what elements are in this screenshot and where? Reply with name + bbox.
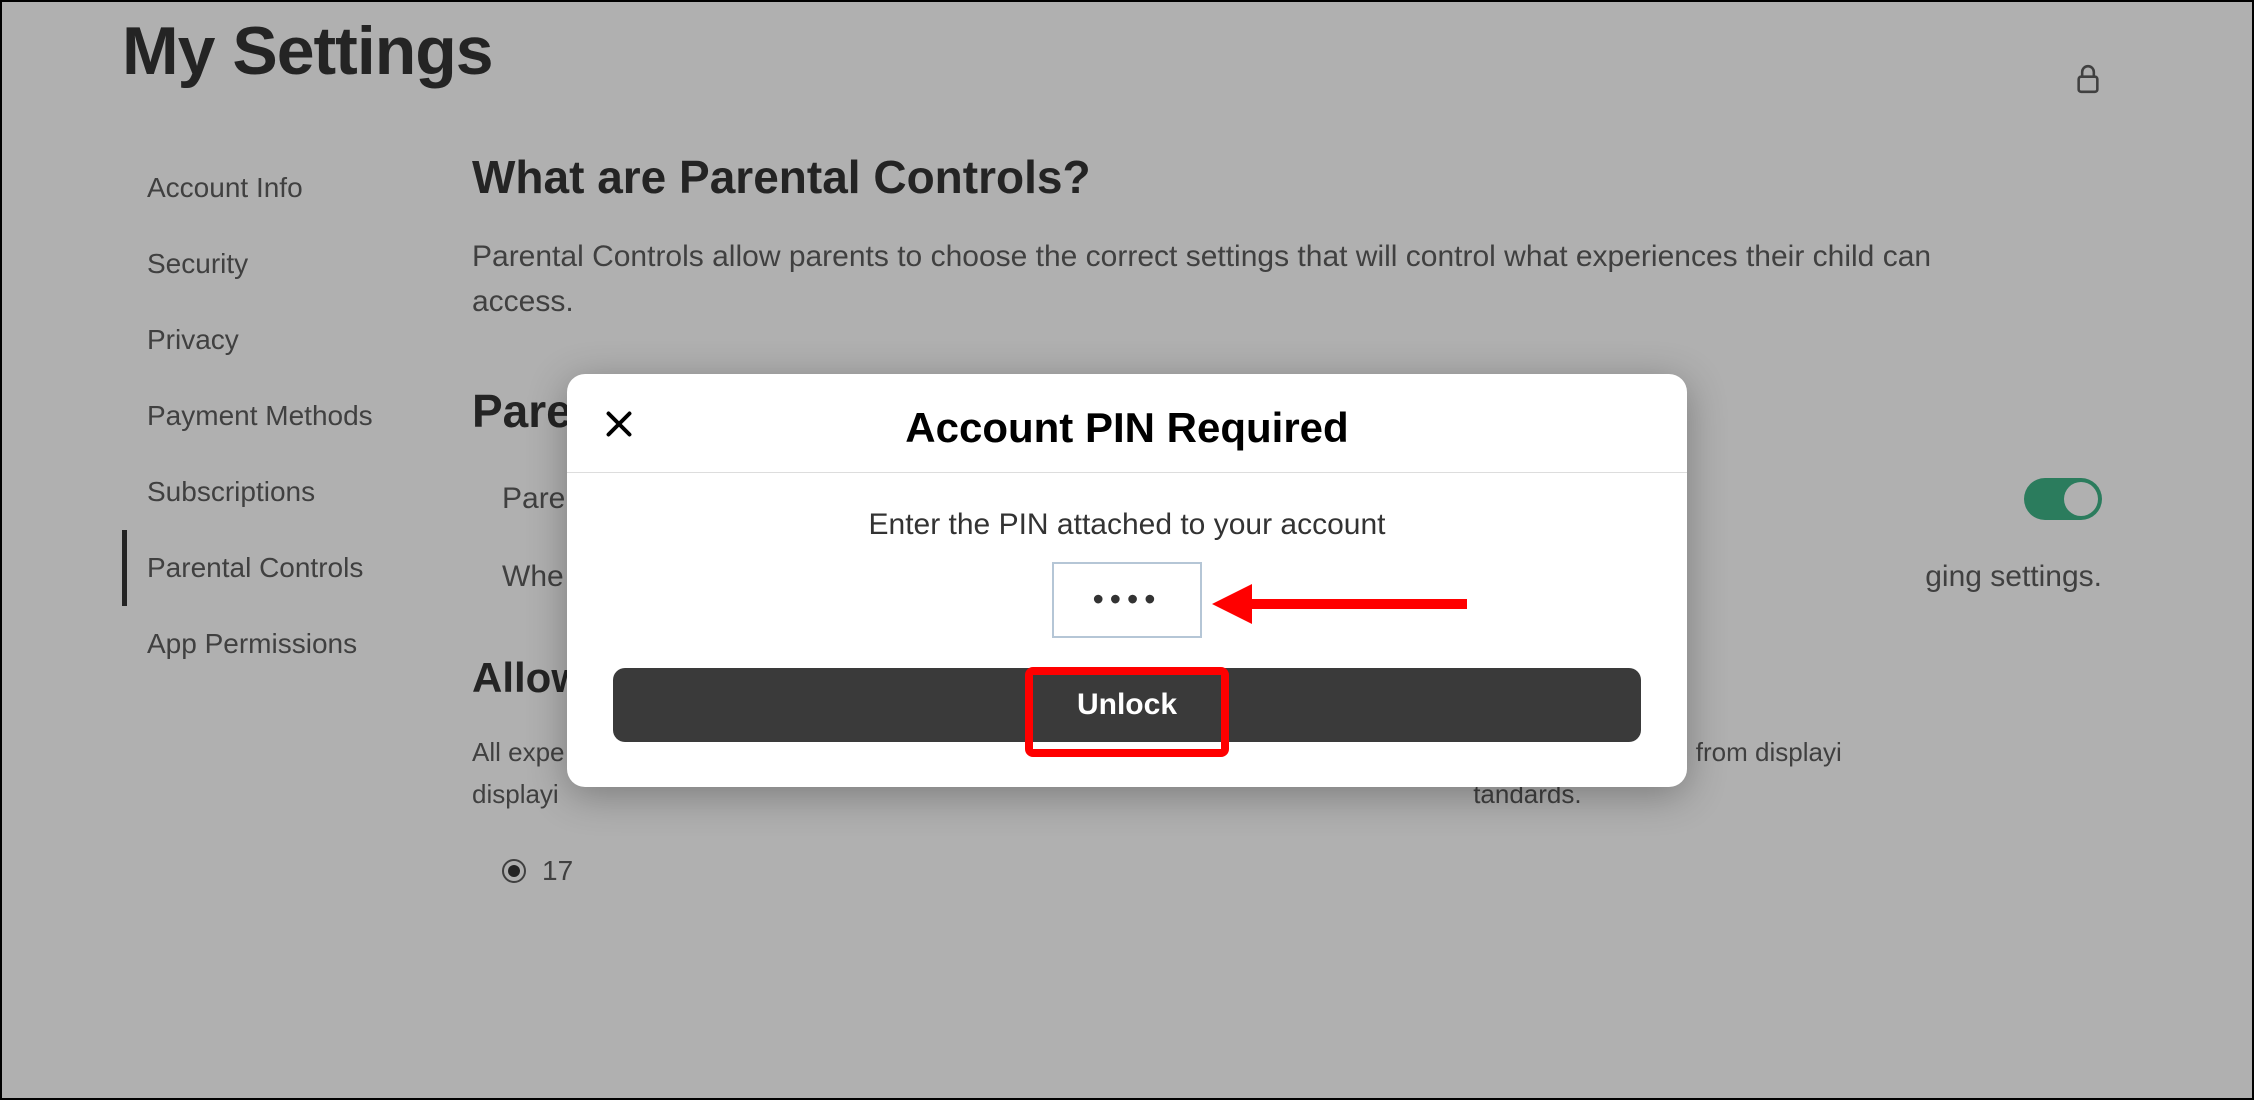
modal-instruction: Enter the PIN attached to your account xyxy=(607,508,1647,542)
pin-modal: Account PIN Required Enter the PIN attac… xyxy=(567,374,1687,787)
close-icon[interactable] xyxy=(601,406,637,447)
modal-overlay: Account PIN Required Enter the PIN attac… xyxy=(2,2,2252,1098)
pin-input[interactable] xyxy=(1052,562,1202,638)
unlock-button[interactable]: Unlock xyxy=(613,668,1641,742)
modal-title: Account PIN Required xyxy=(607,404,1647,452)
